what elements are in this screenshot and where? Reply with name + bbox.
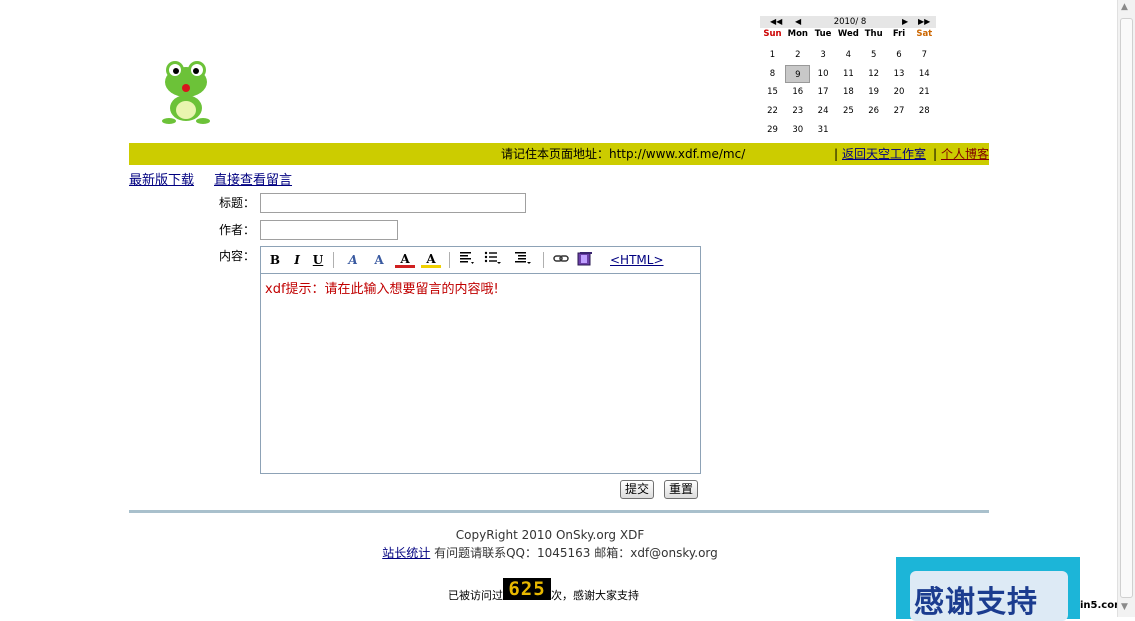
calendar-dayname: Mon <box>787 29 808 39</box>
calendar-dayname: Thu <box>864 29 883 39</box>
vertical-scrollbar[interactable]: ▲ ▼ <box>1117 0 1135 617</box>
submit-button[interactable]: 提交 <box>620 480 654 499</box>
next-month-button[interactable]: ▶ <box>902 16 908 28</box>
insert-media-icon[interactable] <box>575 251 595 269</box>
calendar-day[interactable]: 16 <box>785 83 810 101</box>
calendar-day[interactable]: 12 <box>861 65 886 83</box>
scrollbar-thumb[interactable] <box>1120 18 1133 598</box>
title-input[interactable] <box>260 193 526 213</box>
visit-prefix: 已被访问过 <box>448 589 503 602</box>
calendar-header: ◀◀ ◀ 2010/ 8 ▶ ▶▶ <box>760 16 936 28</box>
font-color-button[interactable]: A <box>395 251 415 268</box>
calendar-day[interactable]: 13 <box>887 65 912 83</box>
separator: | <box>834 147 839 161</box>
prev-year-button[interactable]: ◀◀ <box>770 16 782 28</box>
calendar-today[interactable]: 9 <box>785 64 811 83</box>
calendar-day[interactable]: 31 <box>811 121 836 139</box>
calendar-day[interactable]: 2 <box>785 46 810 64</box>
calendar-day[interactable]: 4 <box>836 46 861 64</box>
visit-counter: 625 <box>503 578 551 600</box>
calendar-day[interactable]: 20 <box>887 83 912 101</box>
calendar-day[interactable]: 15 <box>760 83 785 101</box>
scroll-down-arrow-icon[interactable]: ▼ <box>1121 602 1128 612</box>
content-label: 内容： <box>219 249 256 263</box>
address-notice: 请记住本页面地址：http://www.xdf.me/mc/ <box>501 147 746 161</box>
calendar-day[interactable]: 26 <box>861 102 886 120</box>
align-left-icon[interactable] <box>457 251 477 269</box>
link-icon[interactable] <box>551 251 571 269</box>
calendar-day[interactable]: 5 <box>861 46 886 64</box>
thanks-banner-panel: 感谢支持 <box>910 571 1068 621</box>
html-mode-button[interactable]: <HTML> <box>610 251 664 269</box>
visit-suffix: 次，感谢大家支持 <box>551 589 639 602</box>
personal-blog-link[interactable]: 个人博客 <box>941 146 989 162</box>
calendar-month-label: 2010/ 8 <box>833 17 867 27</box>
thanks-banner-text: 感谢支持 <box>914 585 1038 620</box>
calendar-day[interactable]: 27 <box>887 102 912 120</box>
indent-icon[interactable] <box>513 251 533 269</box>
next-year-button[interactable]: ▶▶ <box>918 16 930 28</box>
title-label: 标题： <box>219 196 256 210</box>
toolbar-divider <box>543 252 544 268</box>
rich-text-editor[interactable]: B I U A A A A <HTML> xdf提示：请在此输入想要留言的内容哦… <box>260 246 701 474</box>
calendar-day[interactable]: 24 <box>811 102 836 120</box>
calendar-day[interactable]: 25 <box>836 102 861 120</box>
calendar-dayname: Tue <box>814 29 832 39</box>
calendar-weekdays: Sun Mon Tue Wed Thu Fri Sat <box>760 29 938 40</box>
font-size-button[interactable]: A <box>369 251 389 269</box>
contact-info: 有问题请联系QQ：1045163 邮箱：xdf@onsky.org <box>430 546 718 560</box>
separator: | <box>933 147 938 161</box>
calendar-day[interactable]: 6 <box>887 46 912 64</box>
author-label: 作者： <box>219 223 256 237</box>
calendar-day[interactable]: 14 <box>912 65 937 83</box>
calendar-day[interactable]: 18 <box>836 83 861 101</box>
thanks-banner[interactable]: 感谢支持 <box>896 557 1080 621</box>
view-messages-link[interactable]: 直接查看留言 <box>214 169 292 188</box>
calendar-dayname: Sun <box>763 29 782 39</box>
calendar-day[interactable]: 8 <box>760 65 785 83</box>
prev-month-button[interactable]: ◀ <box>795 16 801 28</box>
author-input[interactable] <box>260 220 398 240</box>
calendar-day[interactable]: 19 <box>861 83 886 101</box>
underline-button[interactable]: U <box>308 251 328 269</box>
copyright-text: CopyRight 2010 OnSky.org XDF <box>455 528 645 542</box>
calendar-day[interactable]: 11 <box>836 65 861 83</box>
frog-logo <box>162 61 210 124</box>
visit-counter-line: 已被访问过 625 次，感谢大家支持 <box>448 576 639 602</box>
toolbar-divider <box>449 252 450 268</box>
list-icon[interactable] <box>483 251 503 269</box>
calendar-day[interactable]: 29 <box>760 121 785 139</box>
calendar-day[interactable]: 28 <box>912 102 937 120</box>
calendar-dayname: Sat <box>916 29 933 39</box>
download-latest-link[interactable]: 最新版下载 <box>129 169 194 188</box>
calendar-day[interactable]: 23 <box>785 102 810 120</box>
calendar-dayname: Wed <box>837 29 859 39</box>
scroll-up-arrow-icon[interactable]: ▲ <box>1121 2 1128 12</box>
editor-toolbar: B I U A A A A <HTML> <box>261 247 700 274</box>
calendar-day[interactable]: 22 <box>760 102 785 120</box>
bold-button[interactable]: B <box>265 251 285 269</box>
calendar-day[interactable]: 30 <box>785 121 810 139</box>
font-family-button[interactable]: A <box>343 251 363 269</box>
italic-button[interactable]: I <box>287 251 307 269</box>
footer-divider <box>129 510 989 513</box>
calendar-day[interactable]: 10 <box>811 65 836 83</box>
calendar-day[interactable]: 1 <box>760 46 785 64</box>
back-to-studio-link[interactable]: 返回天空工作室 <box>842 146 926 162</box>
highlight-color-button[interactable]: A <box>421 251 441 268</box>
calendar-day[interactable]: 21 <box>912 83 937 101</box>
calendar-day[interactable]: 7 <box>912 46 937 64</box>
calendar-day[interactable]: 17 <box>811 83 836 101</box>
calendar-dayname: Fri <box>892 29 906 39</box>
calendar-day[interactable]: 3 <box>811 46 836 64</box>
site-stats-link[interactable]: 站长统计 <box>382 546 430 560</box>
editor-placeholder-text[interactable]: xdf提示：请在此输入想要留言的内容哦! <box>265 278 499 297</box>
reset-button[interactable]: 重置 <box>664 480 698 499</box>
toolbar-divider <box>333 252 334 268</box>
